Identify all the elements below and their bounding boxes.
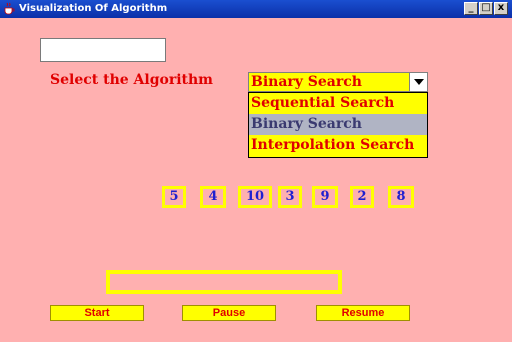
status-box [106, 270, 342, 294]
chevron-down-icon[interactable] [409, 73, 427, 91]
start-button[interactable]: Start [50, 305, 144, 321]
window-title: Visualization Of Algorithm [19, 3, 168, 14]
option-interpolation-search[interactable]: Interpolation Search [249, 135, 427, 156]
pause-button[interactable]: Pause [182, 305, 276, 321]
main-panel: Select the Algorithm Binary Search Seque… [8, 18, 512, 342]
minimize-button[interactable]: _ [464, 2, 478, 15]
algorithm-dropdown-list: Sequential Search Binary Search Interpol… [248, 92, 428, 158]
array-cell: 8 [388, 186, 414, 208]
option-sequential-search[interactable]: Sequential Search [249, 93, 427, 114]
title-bar: Visualization Of Algorithm _ □ x [0, 0, 512, 18]
java-coffee-icon [4, 2, 15, 15]
option-binary-search[interactable]: Binary Search [249, 114, 427, 135]
close-button[interactable]: x [494, 2, 508, 15]
combo-selected-value: Binary Search [251, 74, 362, 90]
array-cell: 3 [278, 186, 302, 208]
array-cell: 4 [200, 186, 226, 208]
algorithm-combo[interactable]: Binary Search [248, 72, 428, 92]
resume-button[interactable]: Resume [316, 305, 410, 321]
select-algorithm-label: Select the Algorithm [50, 72, 213, 88]
text-input[interactable] [40, 38, 166, 62]
array-cell: 5 [162, 186, 186, 208]
maximize-button[interactable]: □ [479, 2, 493, 15]
array-cell: 10 [238, 186, 272, 208]
array-cell: 9 [312, 186, 338, 208]
array-cell: 2 [350, 186, 374, 208]
